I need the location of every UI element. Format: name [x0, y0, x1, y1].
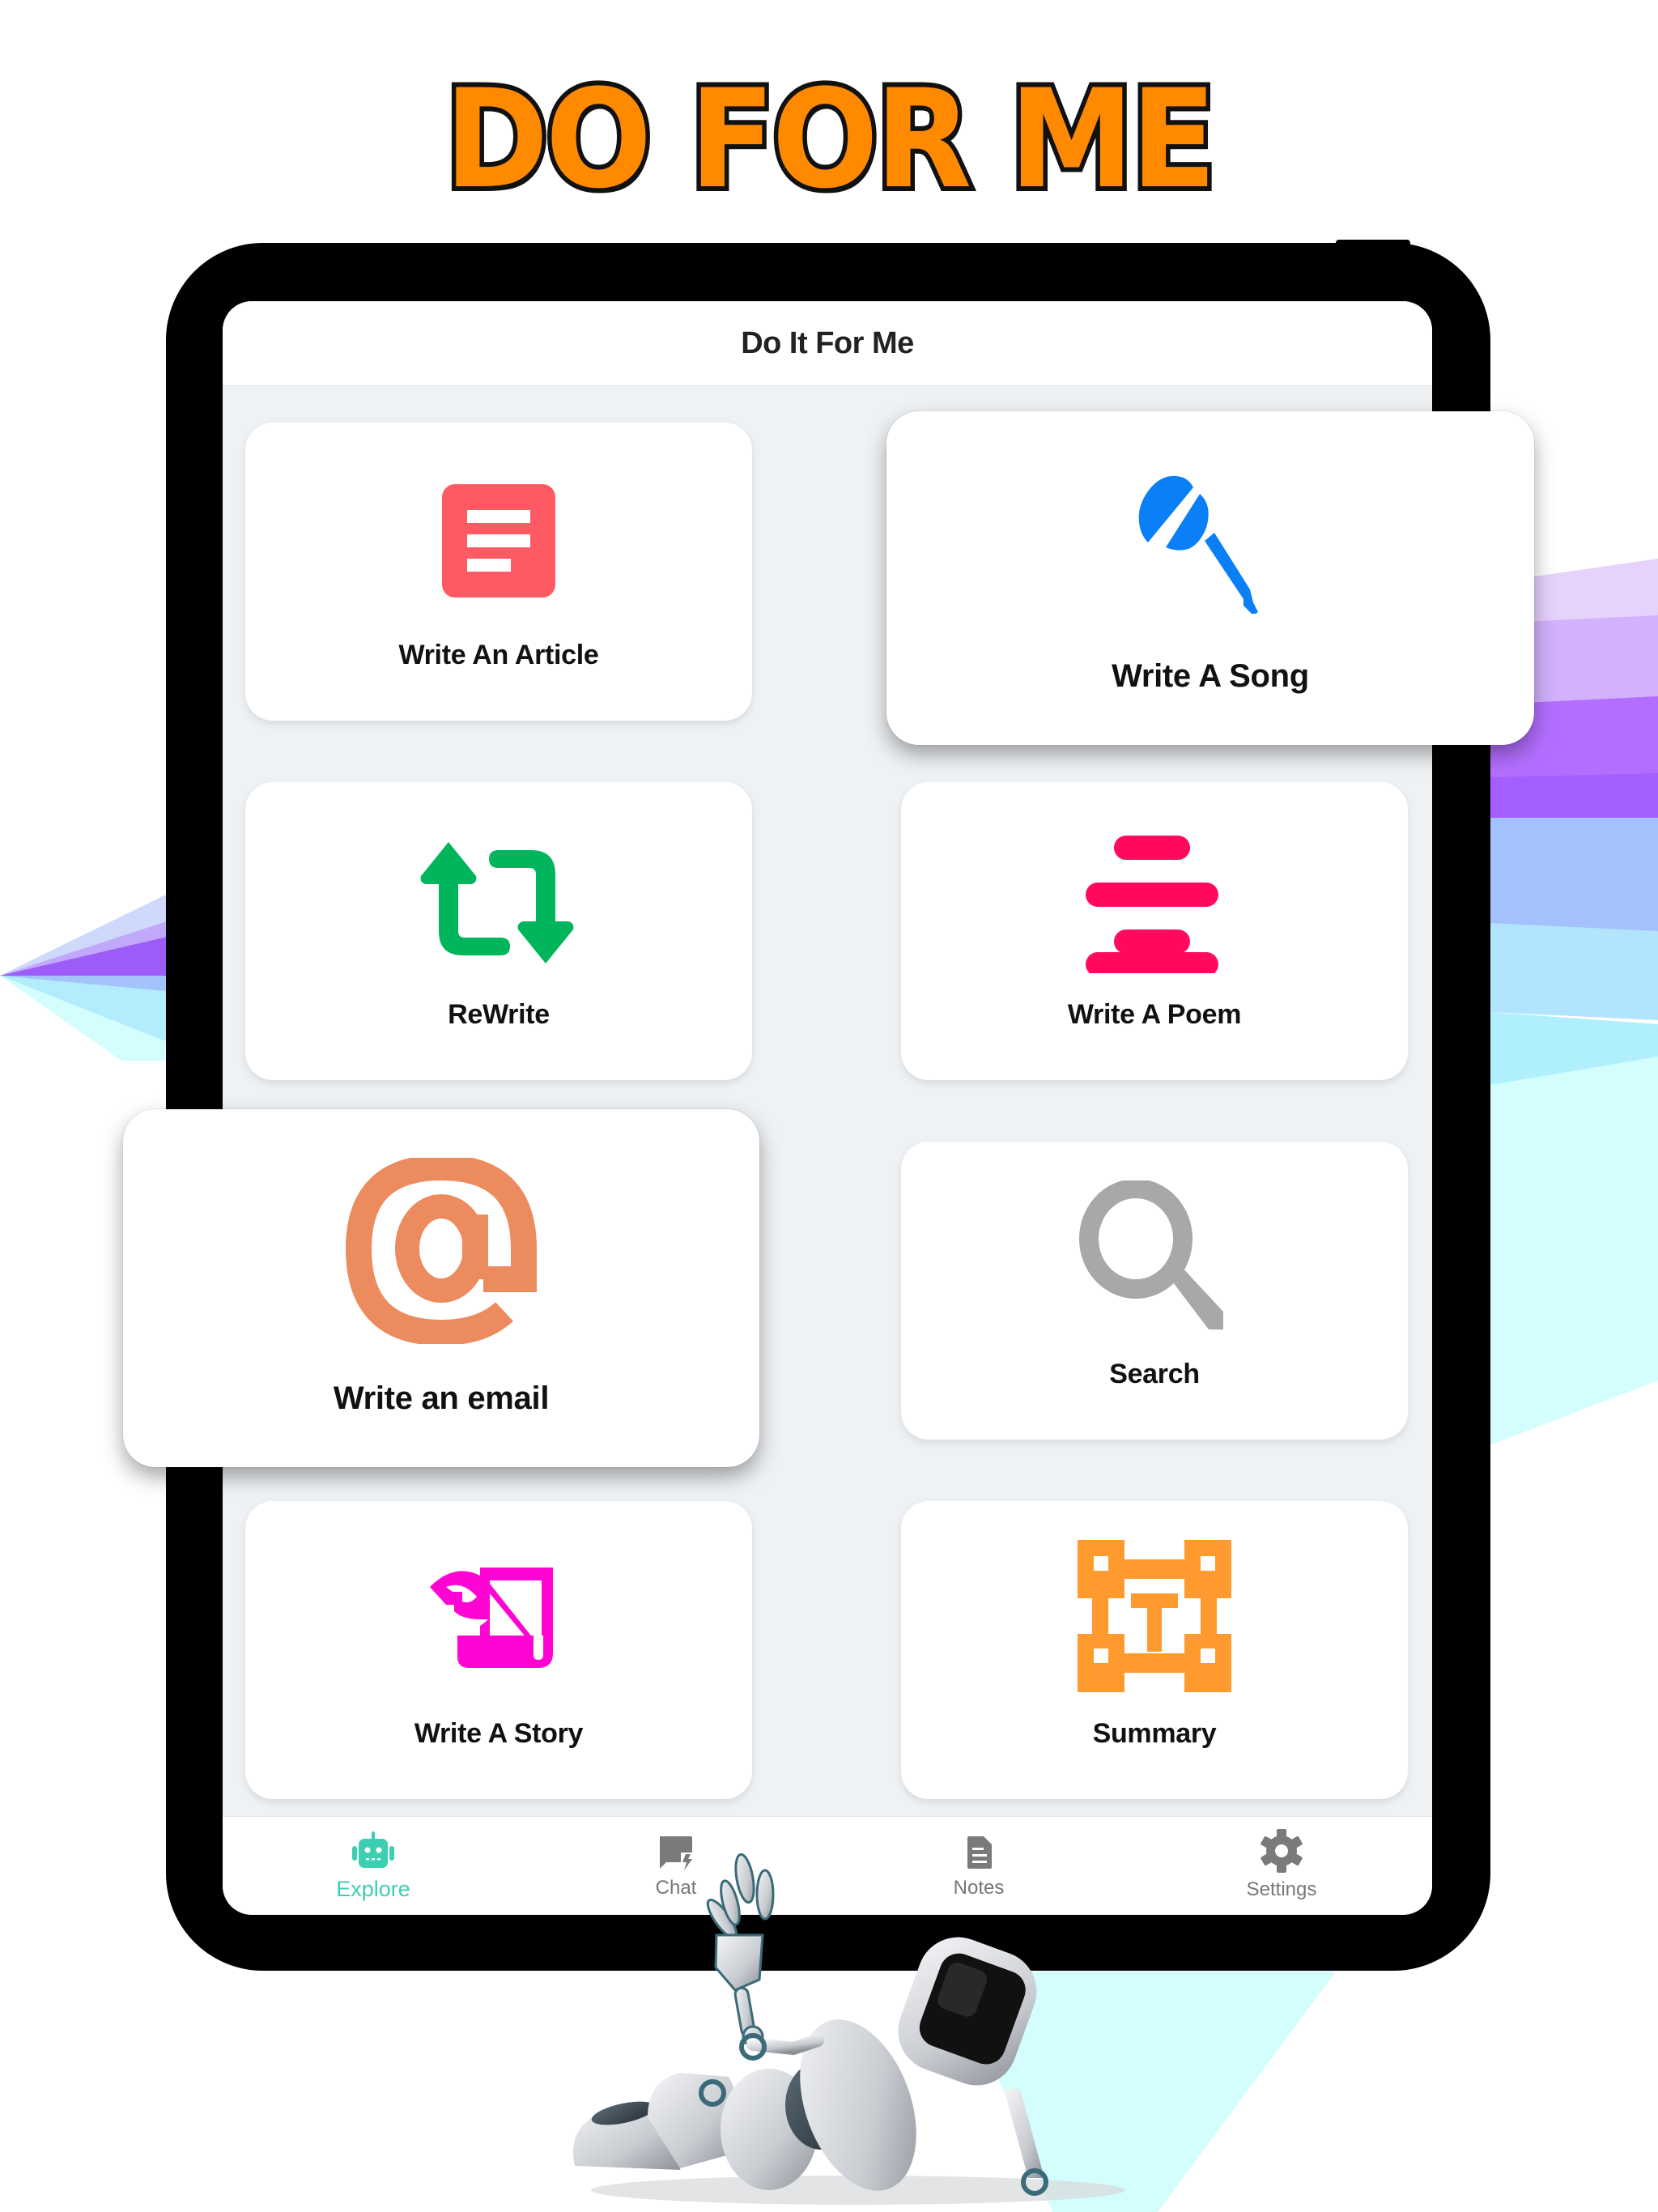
quill-scroll-icon [430, 1555, 568, 1684]
card-search[interactable]: Search [901, 1142, 1408, 1440]
at-sign-icon [344, 1154, 538, 1346]
card-label: Write An Article [398, 640, 599, 670]
tab-label: Settings [1246, 1878, 1317, 1900]
robot-mascot-illustration [573, 1853, 1125, 2205]
repeat-arrows-icon [410, 836, 588, 965]
card-label: Write A Story [414, 1718, 584, 1749]
card-write-article[interactable]: Write An Article [245, 423, 752, 721]
card-label: ReWrite [448, 999, 550, 1030]
card-write-poem[interactable]: Write A Poem [901, 782, 1408, 1080]
document-icon [434, 476, 563, 606]
card-write-song[interactable]: Write A Song [886, 411, 1534, 745]
app-header: Do It For Me [223, 301, 1432, 386]
text-lines-icon [1086, 836, 1223, 976]
text-frame-icon [1078, 1540, 1231, 1694]
tab-explore[interactable]: Explore [292, 1817, 454, 1916]
card-label: Write A Poem [1067, 999, 1242, 1030]
promo-headline: DO FOR ME [440, 60, 1221, 219]
tab-settings[interactable]: Settings [1201, 1817, 1363, 1916]
card-label: Write an email [333, 1380, 550, 1416]
microphone-icon [1125, 468, 1295, 615]
tab-label: Explore [336, 1877, 410, 1901]
robot-icon [349, 1831, 397, 1874]
gear-icon [1257, 1827, 1306, 1875]
tablet-camera-bump [1336, 240, 1410, 249]
card-label: Write A Song [1112, 658, 1309, 694]
card-label: Summary [1092, 1718, 1217, 1749]
card-summary[interactable]: Summary [901, 1501, 1408, 1799]
page-title: Do It For Me [741, 325, 914, 360]
magnifier-icon [1078, 1179, 1231, 1334]
card-rewrite[interactable]: ReWrite [245, 782, 752, 1080]
card-write-story[interactable]: Write A Story [245, 1501, 752, 1799]
card-write-email[interactable]: Write an email [123, 1109, 759, 1467]
card-label: Search [1109, 1359, 1200, 1389]
